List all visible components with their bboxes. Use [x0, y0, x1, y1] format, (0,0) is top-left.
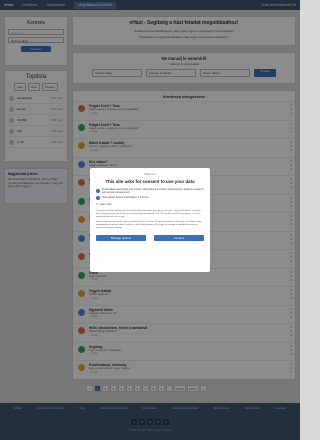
dialog-body: Your personal data will be processed and…: [96, 210, 202, 218]
manage-options-button[interactable]: Manage options: [96, 235, 146, 241]
consent-dialog: Welcome This site asks for consent to us…: [90, 168, 210, 272]
personalised-ads-icon: [96, 188, 100, 193]
dialog-option-1: Personalised advertising and content, ad…: [102, 188, 204, 194]
dialog-title: This site asks for consent to use your d…: [105, 179, 195, 184]
dialog-logo: Welcome: [144, 172, 156, 176]
consent-overlay: Welcome This site asks for consent to us…: [0, 0, 300, 440]
device-storage-icon: [96, 196, 100, 200]
learn-more-link[interactable]: Learn more: [100, 203, 112, 206]
dialog-body-2: Some vendors may process your personal d…: [96, 221, 202, 229]
dialog-option-2: Store and/or access information on a dev…: [102, 196, 149, 199]
consent-button[interactable]: Consent: [154, 235, 204, 241]
chevron-down-icon: ▾: [96, 202, 98, 206]
